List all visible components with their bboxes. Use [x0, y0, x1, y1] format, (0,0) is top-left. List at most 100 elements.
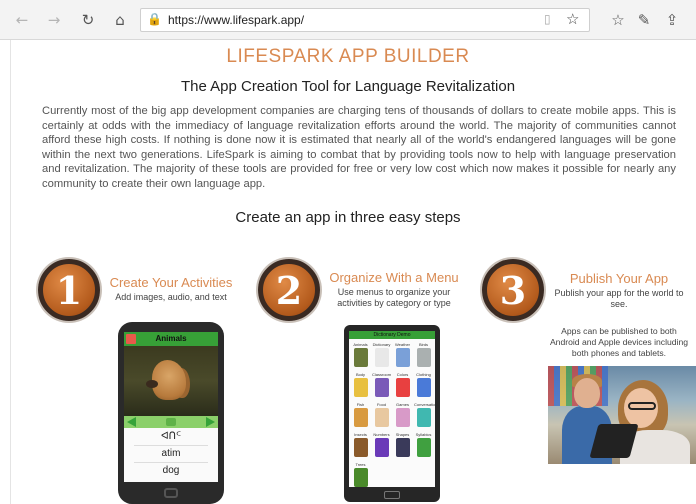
menu-item-icon — [417, 438, 431, 457]
menu-item: Food — [372, 402, 391, 431]
menu-item-icon — [396, 378, 410, 397]
lock-icon[interactable]: 🔒 — [147, 12, 162, 28]
menu-item-icon — [396, 438, 410, 457]
favorites-list-icon[interactable]: ☆ — [608, 10, 628, 30]
menu-item-icon — [354, 468, 368, 487]
url-text[interactable]: https://www.lifespark.app/ — [168, 13, 304, 27]
menu-item: Body parts — [351, 372, 370, 401]
activity-header-label: Animals — [155, 334, 187, 343]
menu-item-icon — [354, 378, 368, 397]
dog-photo — [124, 346, 218, 416]
menu-item-label: Food — [376, 402, 387, 407]
page-title: LIFESPARK APP BUILDER — [226, 46, 470, 67]
menu-item-icon — [396, 348, 410, 367]
phone-home-button — [164, 488, 178, 498]
menu-item: Weather — [393, 342, 412, 371]
word-syllabics: ᐊᑎᒼ — [160, 431, 182, 442]
menu-item-icon — [417, 378, 431, 397]
menu-item-icon — [375, 408, 389, 427]
address-bar[interactable]: 🔒 https://www.lifespark.app/ ▯ ☆ — [140, 8, 590, 32]
phone-menu-screen: Dictionary Demo Animals Dictionary Weather… — [349, 331, 435, 487]
phone-home-button — [384, 491, 400, 499]
menu-item: Trees — [351, 462, 370, 487]
word-divider — [134, 462, 208, 463]
pen-icon[interactable]: ✎ — [634, 10, 654, 30]
steps-heading: Create an app in three easy steps — [235, 209, 461, 226]
step-1-desc: Add images, audio, and text — [115, 292, 227, 302]
menu-item: Numbers — [372, 432, 391, 461]
menu-item-label: Games — [396, 402, 409, 407]
menu-item-label: Fish — [356, 402, 365, 407]
step-3-badge: 3 — [482, 259, 544, 321]
favorite-star-icon[interactable]: ☆ — [566, 10, 584, 28]
menu-item-icon — [375, 438, 389, 457]
menu-item: Syllabics — [414, 432, 433, 461]
phone-menu-mockup: Dictionary Demo Animals Dictionary Weather… — [344, 325, 440, 502]
menu-item: Clothing — [414, 372, 433, 401]
activity-header: Animals — [124, 332, 218, 346]
menu-item: Birds — [414, 342, 433, 371]
menu-item-label: Clothing — [416, 372, 431, 377]
child-boy-face — [574, 378, 600, 408]
menu-item-label: Weather — [394, 342, 411, 347]
intro-paragraph: Currently most of the big app developmen… — [42, 105, 676, 190]
menu-item: Shapes — [393, 432, 412, 461]
menu-item-label: Birds — [418, 342, 429, 347]
refresh-icon[interactable]: ↻ — [78, 10, 98, 30]
glasses — [628, 402, 656, 410]
share-icon[interactable]: ⇪ — [662, 10, 682, 30]
menu-item-label: Classroom — [372, 372, 392, 377]
back-icon[interactable]: ← — [12, 10, 32, 30]
menu-item-label: Dictionary — [372, 342, 391, 347]
menu-item-label: Animals — [353, 342, 368, 347]
menu-item-icon — [354, 348, 368, 367]
children-with-tablet-photo — [548, 366, 696, 464]
home-icon[interactable]: ⌂ — [110, 10, 130, 30]
menu-item-icon — [375, 348, 389, 367]
activity-controls — [124, 416, 218, 428]
menu-item: Colors — [393, 372, 412, 401]
menu-item-label: Colors — [396, 372, 409, 377]
menu-item: Games — [393, 402, 412, 431]
step-3-desc: Publish your app for the world to see. — [554, 288, 684, 309]
menu-item-label: Shapes — [395, 432, 410, 437]
menu-item-label: Conversation — [414, 402, 435, 407]
menu-item: Fish — [351, 402, 370, 431]
menu-item-icon — [375, 378, 389, 397]
menu-item-label: Syllabics — [415, 432, 432, 437]
menu-item: Insects — [351, 432, 370, 461]
word-english: dog — [162, 465, 180, 476]
menu-item-label: Trees — [355, 462, 366, 467]
forward-icon[interactable]: → — [44, 10, 64, 30]
home-icon — [126, 334, 136, 344]
dog-nose — [146, 380, 158, 388]
menu-item-label: Insects — [354, 432, 367, 437]
page-subtitle: The App Creation Tool for Language Revit… — [180, 78, 516, 95]
menu-item-icon — [354, 438, 368, 457]
step-3-title: Publish Your App — [569, 271, 669, 286]
dog-head — [152, 360, 186, 400]
menu-item: Classroom — [372, 372, 391, 401]
step-1-badge: 1 — [38, 259, 100, 321]
menu-item: Animals — [351, 342, 370, 371]
menu-item-label: Numbers — [373, 432, 390, 437]
step-3-extra: Apps can be published to both Android an… — [549, 326, 689, 358]
menu-grid: AnimalsDictionaryWeatherBirdsBody partsC… — [351, 342, 435, 487]
menu-item: Conversation — [414, 402, 435, 431]
step-1-title: Create Your Activities — [109, 275, 233, 290]
word-roman: atim — [161, 448, 181, 459]
menu-item-icon — [396, 408, 410, 427]
previous-arrow-icon — [127, 417, 136, 427]
step-2-title: Organize With a Menu — [329, 270, 459, 285]
phone-activity-mockup: Animals ᐊᑎᒼ atim dog — [118, 322, 224, 504]
word-divider — [134, 445, 208, 446]
menu-item-icon — [417, 408, 431, 427]
reading-view-icon[interactable]: ▯ — [544, 12, 560, 28]
menu-item-icon — [417, 348, 431, 367]
menu-header: Dictionary Demo — [349, 331, 435, 339]
audio-icon — [166, 418, 176, 426]
menu-item-icon — [354, 408, 368, 427]
browser-toolbar: ← → ↻ ⌂ 🔒 https://www.lifespark.app/ ▯ ☆… — [0, 0, 696, 40]
phone-activity-screen: Animals ᐊᑎᒼ atim dog — [124, 332, 218, 482]
menu-item: Dictionary — [372, 342, 391, 371]
